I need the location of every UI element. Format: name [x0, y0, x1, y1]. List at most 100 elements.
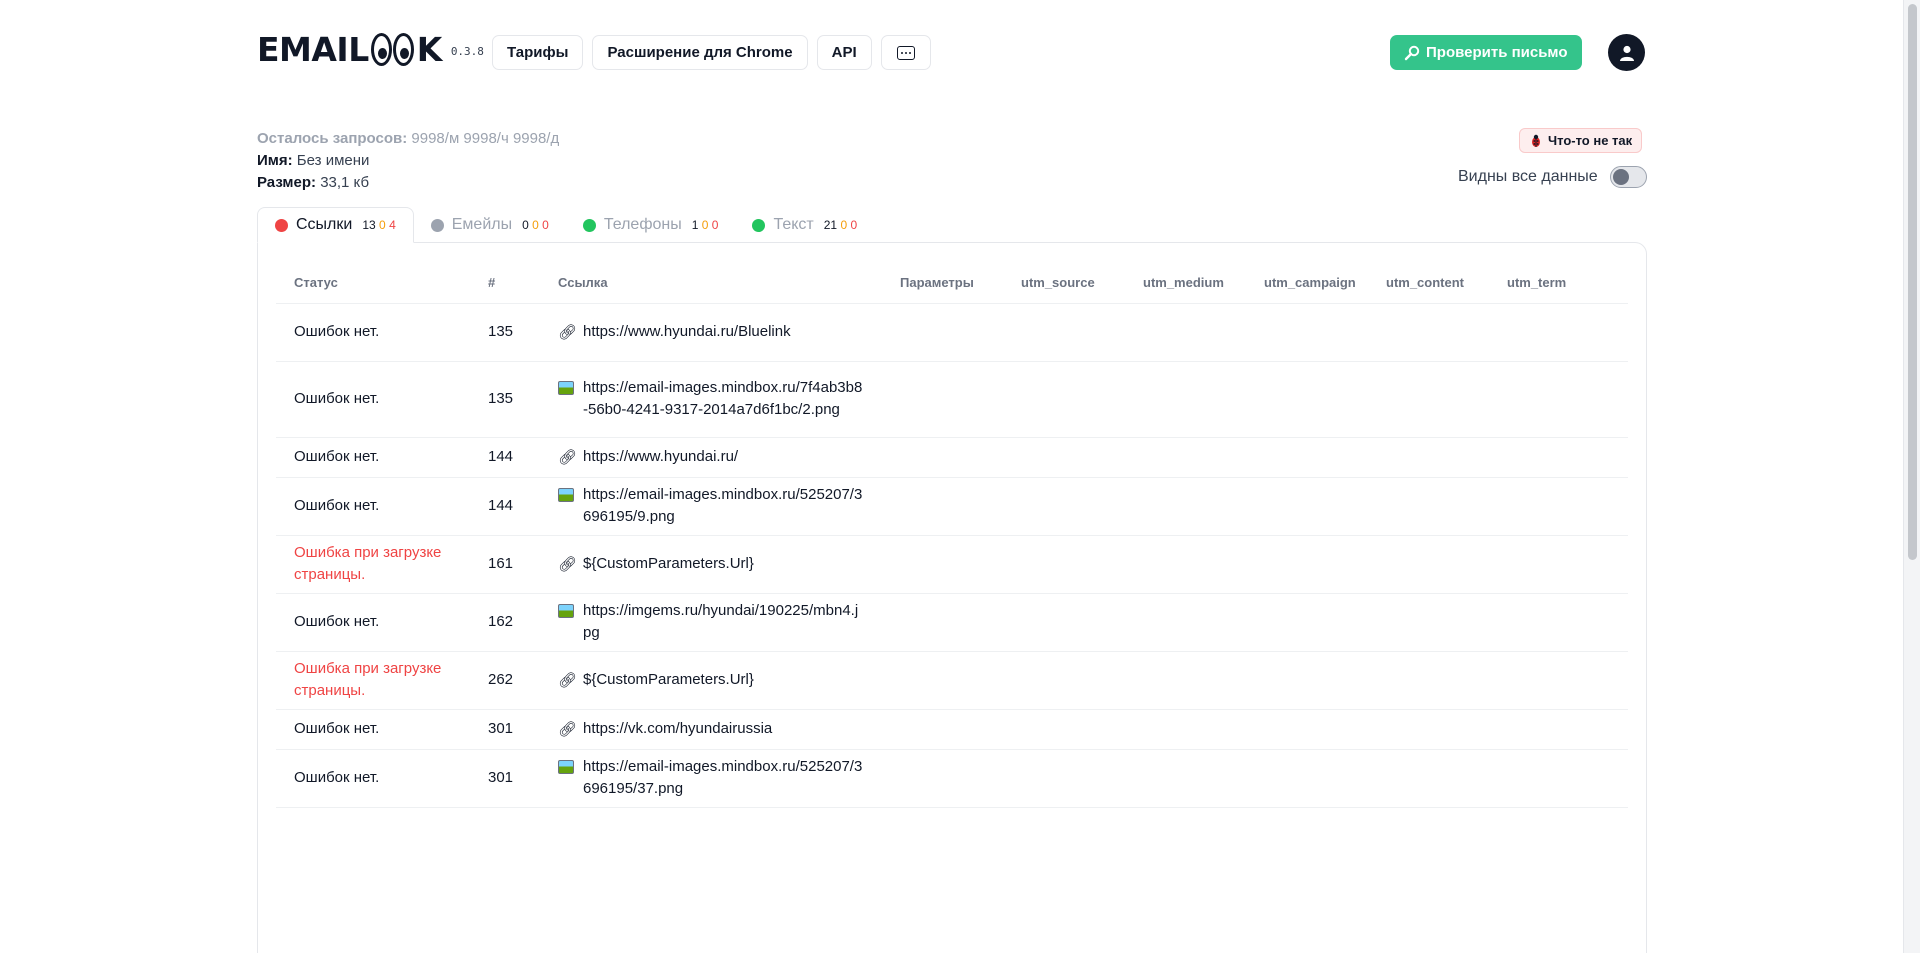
report-problem-label: Что-то не так — [1548, 133, 1633, 148]
row-utm-content — [1386, 303, 1507, 362]
logo-text-right: K — [416, 30, 443, 69]
row-utm-medium — [1143, 361, 1264, 438]
row-utm-medium — [1143, 303, 1264, 362]
message-name: Имя: Без имени — [257, 150, 559, 172]
tab-counts: 21 0 0 — [824, 218, 857, 232]
row-utm-source — [1021, 303, 1143, 362]
row-status: Ошибок нет. — [294, 613, 380, 630]
row-number: 301 — [488, 769, 514, 786]
tab-status-dot — [430, 218, 444, 232]
row-utm-campaign — [1264, 303, 1386, 362]
column-header: utm_content — [1386, 263, 1507, 304]
bug-icon — [1532, 134, 1540, 147]
row-url: https://imgems.ru/hyundai/190225/mbn4.jp… — [583, 602, 859, 641]
row-status: Ошибка при загрузке страницы. — [294, 544, 442, 583]
row-link[interactable]: https://email-images.mindbox.ru/525207/3… — [558, 484, 863, 528]
row-number: 262 — [488, 671, 514, 688]
row-params — [900, 303, 1021, 362]
magnifier-icon — [1404, 45, 1420, 60]
page-scrollbar[interactable] — [1903, 0, 1920, 953]
row-utm-term — [1507, 477, 1628, 536]
logo[interactable]: EMAIL K 0.3.8 — [257, 30, 484, 69]
message-size: Размер: 33,1 кб — [257, 172, 559, 194]
row-utm-term — [1507, 361, 1628, 438]
check-email-button[interactable]: Проверить письмо — [1390, 35, 1582, 70]
row-params — [900, 593, 1021, 652]
row-utm-campaign — [1264, 361, 1386, 438]
tab-links[interactable]: Ссылки 13 0 4 — [257, 207, 414, 243]
row-link[interactable]: 🔗︎ https://vk.com/hyundairussia — [558, 718, 863, 741]
row-link[interactable]: 🔗︎ ${CustomParameters.Url} — [558, 553, 863, 576]
row-link[interactable]: 🔗︎ https://www.hyundai.ru/Bluelink — [558, 321, 863, 344]
paperclip-icon: 🔗︎ — [558, 671, 578, 689]
tab-status-dot — [275, 218, 288, 232]
row-link[interactable]: https://email-images.mindbox.ru/525207/3… — [558, 756, 863, 800]
nav-pricing-button[interactable]: Тарифы — [492, 35, 584, 70]
row-utm-content — [1386, 361, 1507, 438]
row-utm-content — [1386, 437, 1507, 478]
size-value: 33,1 кб — [320, 174, 370, 191]
logo-text: EMAIL K — [257, 30, 442, 69]
row-utm-term — [1507, 709, 1628, 750]
row-link[interactable]: 🔗︎ https://www.hyundai.ru/ — [558, 446, 863, 469]
tab-text[interactable]: Текст 21 0 0 — [735, 207, 874, 243]
tab-counts: 13 0 4 — [362, 218, 395, 232]
logo-text-left: EMAIL — [257, 30, 369, 69]
table-row: Ошибок нет. 144 https://email-images.mindb… — [276, 477, 1628, 536]
tab-label: Емейлы — [451, 216, 513, 233]
column-header: Статус — [276, 263, 488, 304]
chat-button[interactable] — [880, 35, 931, 70]
show-all-data-label: Видны все данные — [1458, 168, 1598, 185]
image-icon — [558, 381, 574, 395]
tab-phones[interactable]: Телефоны 1 0 0 — [566, 207, 736, 243]
row-utm-medium — [1143, 709, 1264, 750]
row-utm-source — [1021, 437, 1143, 478]
header: EMAIL K 0.3.8 Тарифы Расширение для Chro… — [257, 0, 1647, 104]
version-label: 0.3.8 — [450, 45, 484, 58]
row-link[interactable]: https://imgems.ru/hyundai/190225/mbn4.jp… — [558, 600, 863, 644]
row-status: Ошибок нет. — [294, 769, 380, 786]
tab-label: Текст — [773, 216, 814, 233]
avatar-button[interactable] — [1608, 34, 1645, 71]
table-row: Ошибок нет. 162 https://imgems.ru/hyundai/… — [276, 593, 1628, 652]
row-utm-medium — [1143, 593, 1264, 652]
name-value: Без имени — [296, 152, 370, 169]
tab-count-err: 0 — [711, 218, 719, 232]
row-utm-medium — [1143, 477, 1264, 536]
message-info: Осталось запросов: 9998/м 9998/ч 9998/д … — [257, 128, 559, 194]
nav-api-button[interactable]: API — [816, 35, 872, 70]
tab-count-warn: 0 — [701, 218, 709, 232]
row-params — [900, 709, 1021, 750]
row-url: https://email-images.mindbox.ru/7f4ab3b8… — [583, 379, 863, 418]
row-url: https://www.hyundai.ru/Bluelink — [583, 322, 791, 340]
table-row: Ошибок нет. 301 🔗︎ https://vk.com/hyundairu… — [276, 709, 1628, 750]
table-row: Ошибка при загрузке страницы. 161 🔗︎ ${Cust… — [276, 535, 1628, 594]
page-container: EMAIL K 0.3.8 Тарифы Расширение для Chro… — [257, 0, 1647, 953]
tab-count-ok: 13 — [362, 218, 376, 232]
row-utm-content — [1386, 535, 1507, 594]
row-utm-source — [1021, 535, 1143, 594]
table-header-row: Статус # Ссылка Параметры utm_source utm_medi… — [276, 263, 1628, 304]
show-all-data-toggle[interactable] — [1609, 166, 1647, 188]
row-number: 144 — [488, 497, 514, 514]
row-status: Ошибок нет. — [294, 448, 380, 465]
nav-chrome-extension-button[interactable]: Расширение для Chrome — [592, 35, 808, 70]
report-problem-button[interactable]: Что-то не так — [1519, 128, 1643, 153]
tabs: Ссылки 13 0 4 Емейлы 0 0 0 Телефоны 1 0 0 Текс… — [257, 207, 874, 243]
tab-label: Телефоны — [603, 216, 682, 233]
tab-emails[interactable]: Емейлы 0 0 0 — [414, 207, 566, 243]
row-status: Ошибка при загрузке страницы. — [294, 660, 442, 699]
row-utm-source — [1021, 593, 1143, 652]
tab-status-dot — [752, 218, 766, 232]
row-utm-campaign — [1264, 535, 1386, 594]
links-panel: Статус # Ссылка Параметры utm_source utm_medi… — [257, 242, 1647, 953]
row-link[interactable]: https://email-images.mindbox.ru/7f4ab3b8… — [558, 377, 863, 421]
row-utm-campaign — [1264, 651, 1386, 710]
row-link[interactable]: 🔗︎ ${CustomParameters.Url} — [558, 669, 863, 692]
scrollbar-thumb[interactable] — [1908, 4, 1917, 560]
row-utm-source — [1021, 709, 1143, 750]
requests-label: Осталось запросов: — [257, 130, 408, 147]
row-url: ${CustomParameters.Url} — [583, 670, 754, 688]
image-icon — [558, 604, 574, 618]
row-params — [900, 477, 1021, 536]
